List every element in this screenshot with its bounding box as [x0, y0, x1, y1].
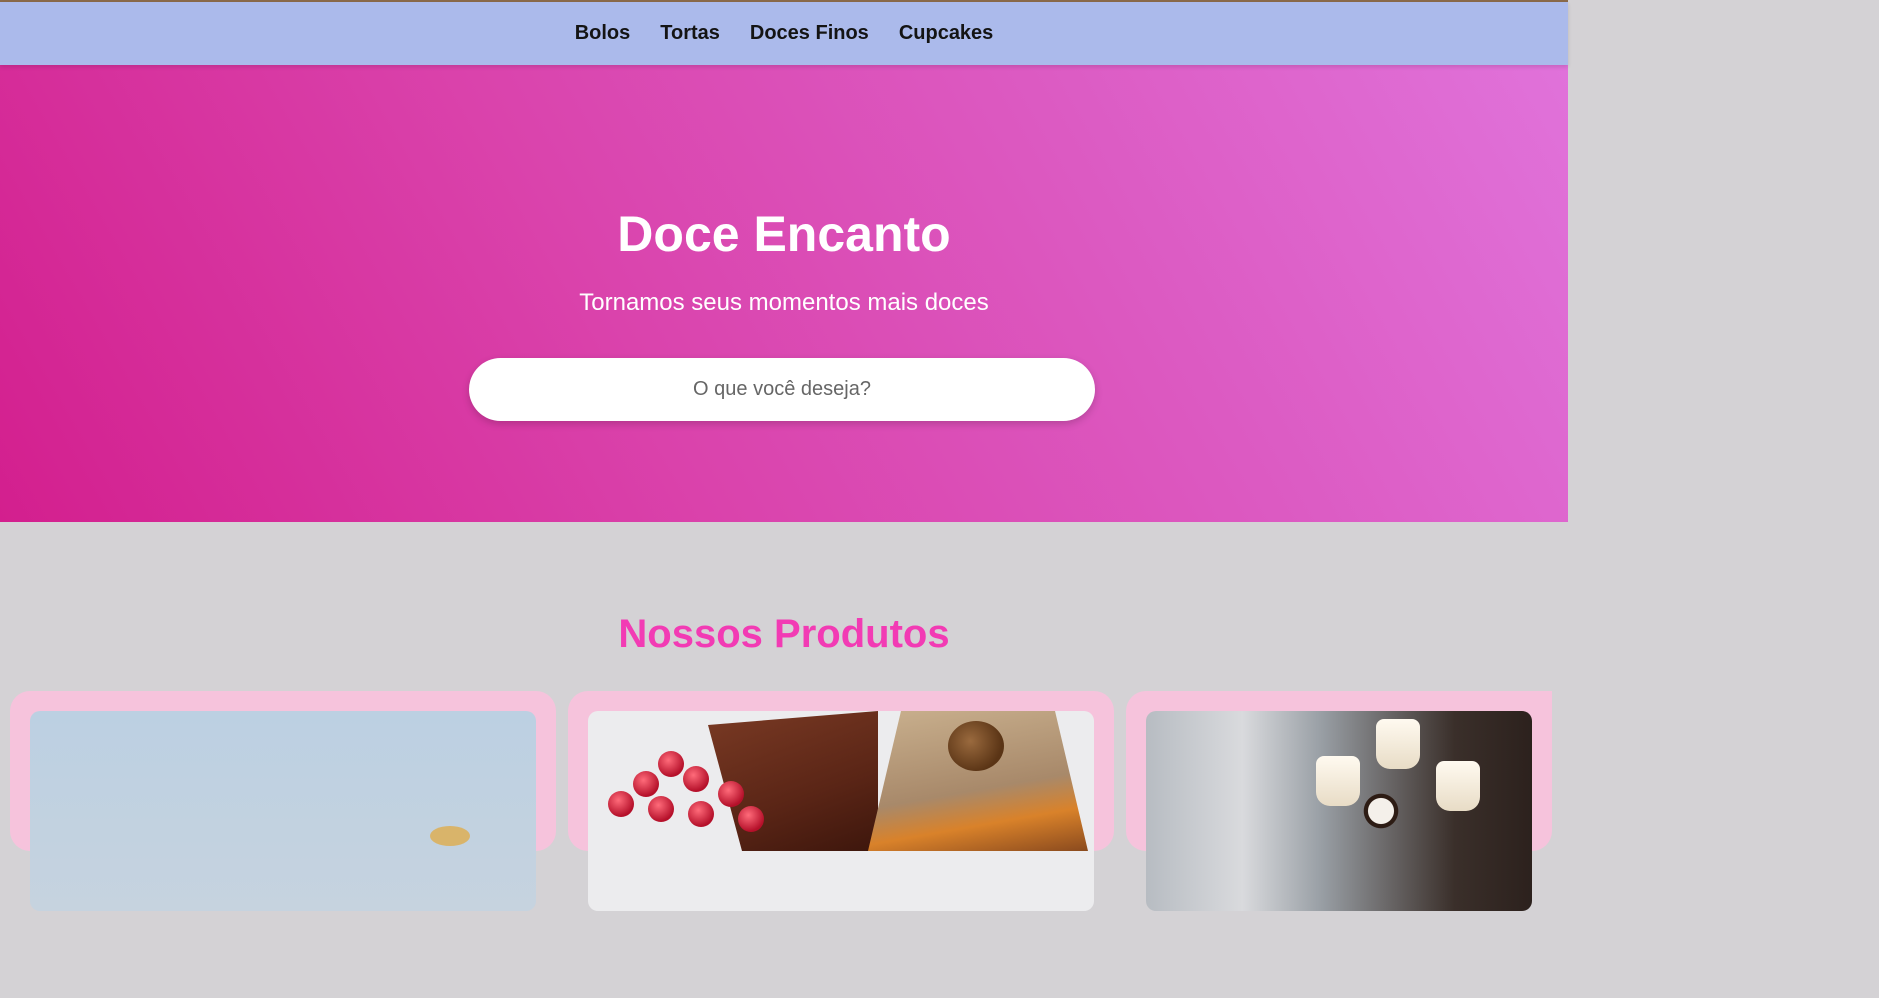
sweet-ring	[1361, 791, 1401, 831]
raspberry	[608, 791, 634, 817]
raspberry	[718, 781, 744, 807]
hero-title: Doce Encanto	[617, 206, 951, 262]
raspberry	[688, 801, 714, 827]
product-image	[588, 711, 1094, 911]
nav-link-doces-finos[interactable]: Doces Finos	[750, 22, 869, 45]
raspberry	[738, 806, 764, 832]
search-box	[469, 358, 1095, 421]
product-card[interactable]	[568, 691, 1114, 911]
products-section-title: Nossos Produtos	[618, 612, 950, 656]
decor-shape	[430, 826, 470, 846]
search-input[interactable]	[469, 358, 1095, 421]
sweet-cup	[1436, 761, 1480, 811]
sweet-cup	[1376, 719, 1420, 769]
main-navigation: Bolos Tortas Doces Finos Cupcakes	[0, 2, 1568, 65]
product-card[interactable]	[1126, 691, 1552, 911]
walnut-topping	[948, 721, 1004, 771]
nav-link-cupcakes[interactable]: Cupcakes	[899, 22, 994, 45]
raspberry	[648, 796, 674, 822]
nav-link-bolos[interactable]: Bolos	[575, 22, 631, 45]
hero-subtitle: Tornamos seus momentos mais doces	[579, 289, 989, 316]
raspberry	[633, 771, 659, 797]
raspberry	[683, 766, 709, 792]
product-image	[30, 711, 536, 911]
sweet-cup	[1316, 756, 1360, 806]
product-card[interactable]	[10, 691, 556, 911]
raspberry	[658, 751, 684, 777]
hero-banner: Doce Encanto Tornamos seus momentos mais…	[0, 65, 1568, 522]
product-image	[1146, 711, 1532, 911]
nav-link-tortas[interactable]: Tortas	[660, 22, 720, 45]
